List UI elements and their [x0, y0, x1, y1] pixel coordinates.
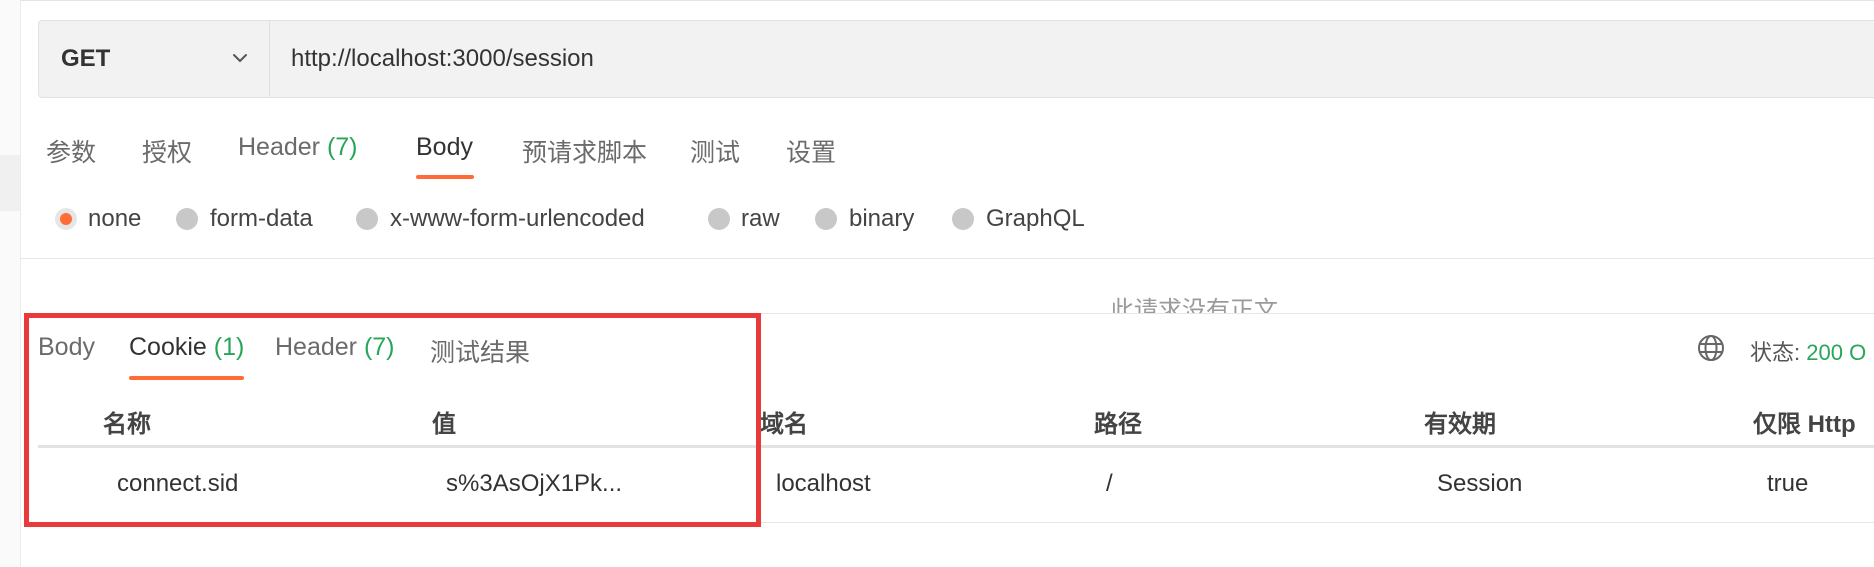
sidebar-selection-marker	[0, 155, 20, 211]
cookie-cell-domain: localhost	[776, 470, 871, 497]
cookie-header-name: 名称	[103, 411, 151, 438]
tab-headers[interactable]: Header (7)	[238, 133, 358, 162]
response-tab-headers-label: Header	[275, 333, 357, 361]
response-tab-cookie-count: (1)	[213, 333, 245, 361]
response-status: 状态: 200 O	[1750, 335, 1866, 367]
request-url-bar: GET http://localhost:3000/session	[38, 20, 1874, 98]
top-divider	[20, 0, 1874, 5]
tab-tests[interactable]: 测试	[690, 133, 740, 169]
url-input[interactable]: http://localhost:3000/session	[291, 45, 594, 73]
tab-pre-request-script[interactable]: 预请求脚本	[522, 133, 647, 169]
radio-binary[interactable]	[815, 208, 837, 230]
status-value: 200 O	[1806, 340, 1867, 365]
cookie-header-value: 值	[432, 411, 456, 438]
table-row-divider	[38, 522, 1874, 523]
response-tab-test-results[interactable]: 测试结果	[430, 333, 530, 369]
cookie-cell-expires: Session	[1437, 470, 1523, 497]
tab-params[interactable]: 参数	[46, 133, 96, 169]
method-select[interactable]: GET	[39, 21, 270, 97]
cookie-cell-path: /	[1106, 470, 1113, 497]
radio-none-label[interactable]: none	[88, 205, 141, 233]
cookie-header-http-only: 仅限 Http	[1753, 411, 1856, 438]
radio-graphql-label[interactable]: GraphQL	[986, 205, 1085, 233]
tab-body[interactable]: Body	[416, 133, 473, 162]
response-tab-cookie-active-underline	[129, 376, 244, 380]
status-label: 状态:	[1750, 340, 1801, 365]
cookie-cell-name: connect.sid	[117, 470, 239, 497]
radio-form-data-label[interactable]: form-data	[210, 205, 313, 233]
cookie-header-path: 路径	[1094, 411, 1142, 438]
response-tab-headers-count: (7)	[363, 333, 395, 361]
radio-none[interactable]	[55, 208, 77, 230]
radio-binary-label[interactable]: binary	[849, 205, 914, 233]
radio-graphql[interactable]	[952, 208, 974, 230]
body-section-divider	[20, 258, 1874, 259]
radio-raw-label[interactable]: raw	[741, 205, 780, 233]
radio-raw[interactable]	[708, 208, 730, 230]
tab-settings[interactable]: 设置	[786, 133, 836, 169]
cookie-cell-http-only: true	[1767, 470, 1809, 497]
response-tab-cookie-label: Cookie	[129, 333, 207, 361]
cookie-header-domain: 域名	[760, 411, 808, 438]
table-header-divider	[38, 445, 1874, 448]
response-divider	[640, 313, 1874, 314]
tab-headers-label: Header	[238, 133, 320, 161]
chevron-down-icon	[231, 49, 249, 72]
response-tab-cookie[interactable]: Cookie (1)	[129, 333, 244, 362]
globe-icon[interactable]	[1696, 333, 1726, 368]
tab-auth[interactable]: 授权	[142, 133, 192, 169]
radio-x-www-form-urlencoded[interactable]	[356, 208, 378, 230]
tab-headers-count: (7)	[326, 133, 358, 161]
no-body-message: 此请求没有正文	[1110, 297, 1278, 314]
left-sidebar-edge	[0, 0, 21, 567]
radio-form-data[interactable]	[176, 208, 198, 230]
radio-x-www-form-urlencoded-label[interactable]: x-www-form-urlencoded	[390, 205, 645, 233]
tab-body-active-underline	[416, 175, 474, 179]
response-tab-body[interactable]: Body	[38, 333, 95, 362]
method-label: GET	[61, 45, 111, 72]
cookie-header-expires: 有效期	[1424, 411, 1496, 438]
cookie-cell-value: s%3AsOjX1Pk...	[446, 470, 623, 497]
response-tab-headers[interactable]: Header (7)	[275, 333, 395, 362]
